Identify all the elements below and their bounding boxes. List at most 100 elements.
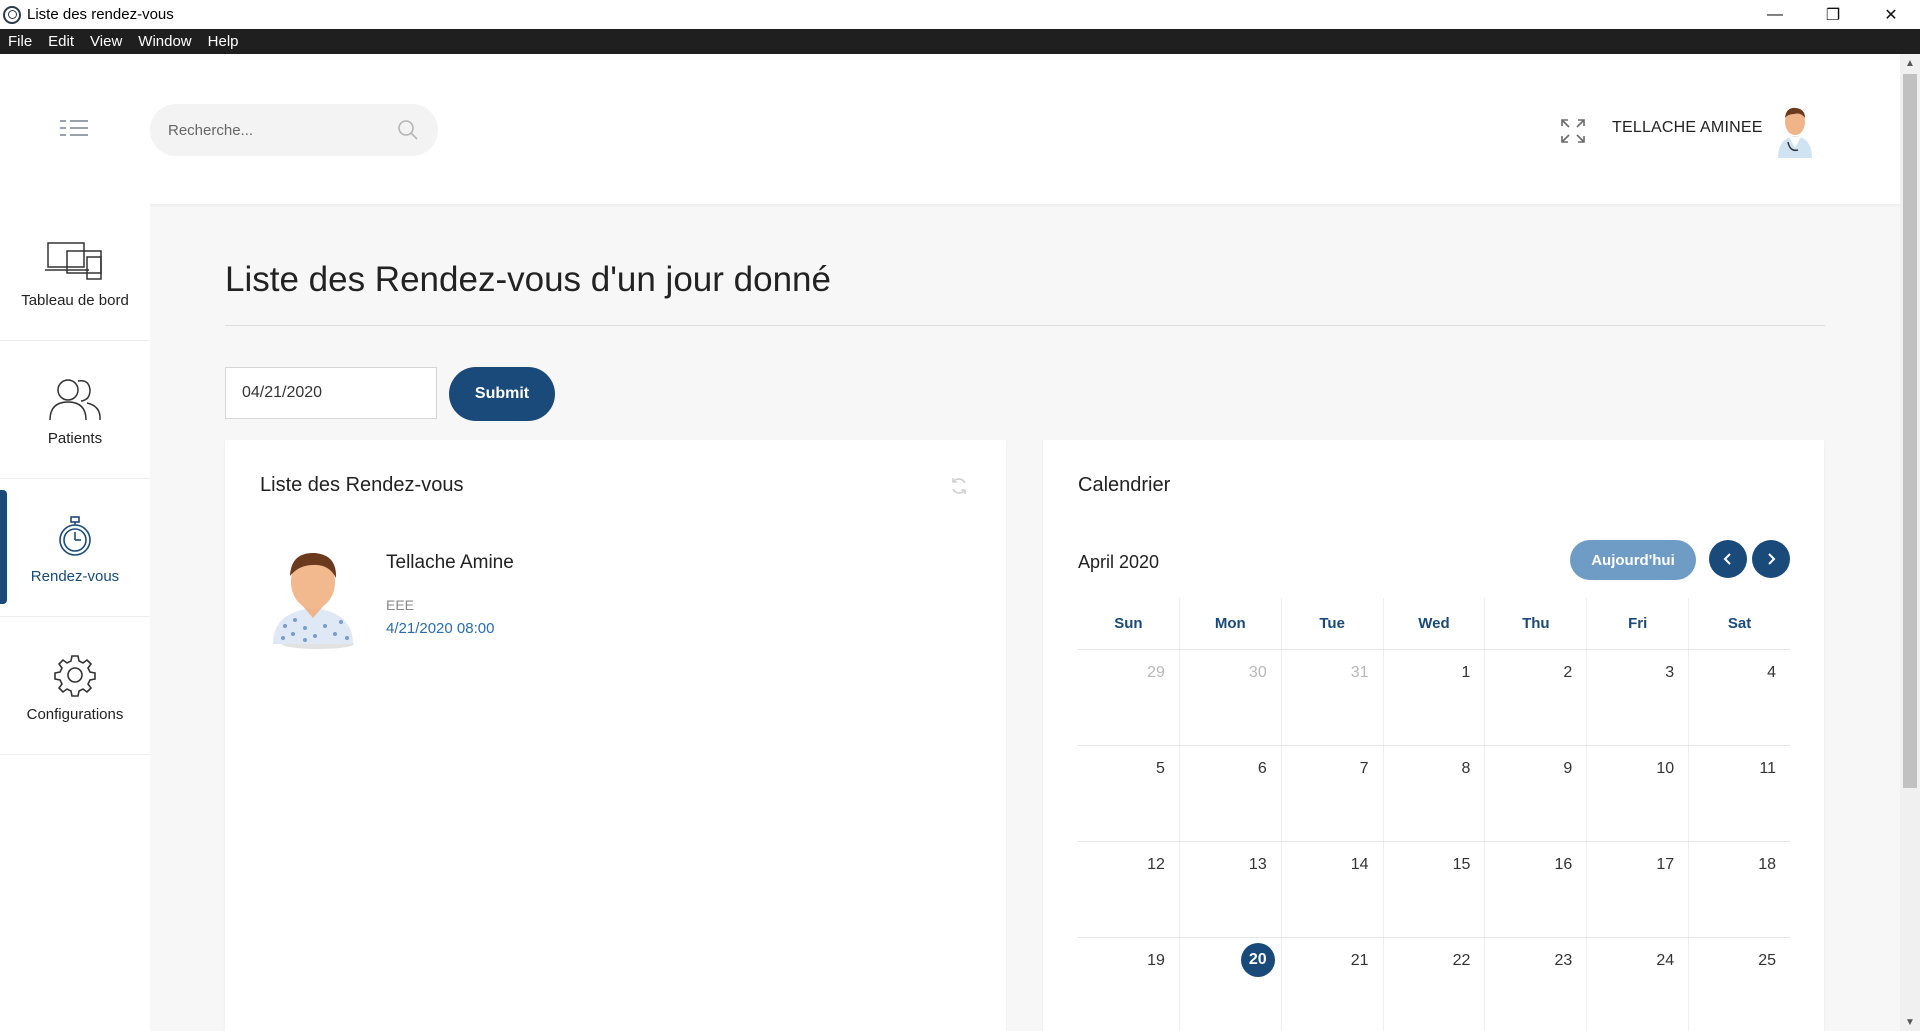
calendar-day-cell[interactable]: 17 (1586, 842, 1688, 937)
vertical-scrollbar[interactable]: ▲ ▼ (1900, 54, 1920, 1031)
menu-help[interactable]: Help (200, 33, 247, 50)
weekday-label: Fri (1586, 598, 1688, 649)
menu-view[interactable]: View (82, 33, 130, 50)
calendar-day-cell[interactable]: 11 (1688, 746, 1790, 841)
calendar-day-cell[interactable]: 23 (1484, 938, 1586, 1031)
close-button[interactable]: ✕ (1862, 0, 1920, 29)
gear-icon (45, 650, 105, 700)
menu-edit[interactable]: Edit (40, 33, 82, 50)
calendar-day-number: 22 (1452, 952, 1471, 969)
search-input[interactable] (168, 118, 378, 142)
minimize-button[interactable]: — (1746, 0, 1804, 29)
weekday-label: Wed (1382, 598, 1485, 649)
chevron-left-icon (1723, 553, 1731, 565)
calendar-card: Calendrier April 2020 Aujourd'hui Sun Mo… (1043, 440, 1824, 1031)
calendar-day-cell[interactable]: 31 (1280, 650, 1383, 745)
calendar-day-number: 5 (1155, 760, 1165, 777)
calendar-day-number: 20 (1240, 943, 1275, 977)
prev-month-button[interactable] (1709, 540, 1747, 578)
calendar-day-cell[interactable]: 13 (1178, 842, 1281, 937)
scroll-down-arrow[interactable]: ▼ (1900, 1013, 1920, 1031)
refresh-icon[interactable] (949, 476, 969, 496)
menu-window[interactable]: Window (130, 33, 199, 50)
calendar-day-cell[interactable]: 22 (1382, 938, 1485, 1031)
calendar-day-cell[interactable]: 25 (1688, 938, 1790, 1031)
appointments-card: Liste des Rendez-vous Tellache Amine EEE… (225, 440, 1006, 1031)
menubar: File Edit View Window Help (0, 29, 1920, 54)
calendar-day-cell[interactable]: 20 (1178, 938, 1281, 1031)
menu-file[interactable]: File (0, 33, 40, 50)
calendar-day-cell[interactable]: 2 (1484, 650, 1586, 745)
calendar-day-number: 23 (1554, 952, 1573, 969)
today-button[interactable]: Aujourd'hui (1570, 540, 1696, 580)
calendar-day-number: 13 (1248, 856, 1267, 873)
calendar-day-number: 29 (1147, 664, 1165, 681)
calendar-day-cell[interactable]: 5 (1078, 746, 1179, 841)
sidebar-item-rendez-vous[interactable]: Rendez-vous (0, 480, 150, 617)
active-indicator (0, 490, 7, 604)
menu-toggle-icon[interactable] (60, 118, 90, 138)
calendar-day-number: 25 (1758, 952, 1777, 969)
calendar-day-cell[interactable]: 4 (1688, 650, 1790, 745)
calendar-day-number: 1 (1461, 664, 1471, 681)
sidebar-item-label: Configurations (26, 705, 124, 723)
calendar-day-cell[interactable]: 24 (1586, 938, 1688, 1031)
weekday-label: Mon (1178, 598, 1281, 649)
calendar-day-number: 24 (1656, 952, 1675, 969)
calendar-day-number: 30 (1248, 664, 1267, 681)
scroll-up-arrow[interactable]: ▲ (1900, 54, 1920, 72)
calendar-grid: Sun Mon Tue Wed Thu Fri Sat 29 30 31 1 2 3 4 5 6… (1078, 598, 1790, 1031)
sidebar: Tableau de bord Patients Rendez-vous Con… (0, 204, 150, 1031)
calendar-day-cell[interactable]: 16 (1484, 842, 1586, 937)
calendar-week-row: 12 13 14 15 16 17 18 (1078, 842, 1790, 938)
users-icon (45, 374, 105, 424)
sidebar-item-tableau-de-bord[interactable]: Tableau de bord (0, 204, 150, 341)
calendar-day-cell[interactable]: 19 (1078, 938, 1179, 1031)
calendar-week-row: 5 6 7 8 9 10 11 (1078, 746, 1790, 842)
calendar-day-number: 15 (1452, 856, 1471, 873)
appointments-title: Liste des Rendez-vous (260, 474, 464, 496)
app-icon (3, 5, 21, 24)
title-divider (225, 325, 1825, 326)
calendar-day-number: 16 (1554, 856, 1573, 873)
calendar-day-number: 18 (1758, 856, 1777, 873)
calendar-day-number: 31 (1350, 664, 1369, 681)
chevron-right-icon (1768, 553, 1776, 565)
sidebar-item-configurations[interactable]: Configurations (0, 618, 150, 755)
calendar-week-row: 19 20 21 22 23 24 25 (1078, 938, 1790, 1031)
user-avatar[interactable] (1772, 102, 1818, 158)
calendar-day-cell[interactable]: 14 (1280, 842, 1383, 937)
calendar-day-cell[interactable]: 6 (1178, 746, 1281, 841)
calendar-day-number: 2 (1563, 664, 1573, 681)
user-name[interactable]: TELLACHE AMINEE (1612, 119, 1763, 137)
calendar-day-cell[interactable]: 1 (1382, 650, 1485, 745)
calendar-day-cell[interactable]: 7 (1280, 746, 1383, 841)
calendar-day-cell[interactable]: 29 (1078, 650, 1179, 745)
calendar-day-cell[interactable]: 12 (1078, 842, 1179, 937)
search-icon[interactable] (396, 118, 420, 142)
calendar-day-cell[interactable]: 8 (1382, 746, 1485, 841)
calendar-day-cell[interactable]: 3 (1586, 650, 1688, 745)
date-input[interactable] (225, 367, 437, 419)
calendar-day-cell[interactable]: 15 (1382, 842, 1485, 937)
next-month-button[interactable] (1752, 540, 1790, 578)
calendar-day-number: 12 (1147, 856, 1165, 873)
calendar-day-cell[interactable]: 21 (1280, 938, 1383, 1031)
calendar-day-number: 10 (1656, 760, 1675, 777)
calendar-title: Calendrier (1078, 474, 1171, 496)
window-controls: — ❐ ✕ (1746, 0, 1920, 29)
calendar-day-number: 4 (1767, 664, 1777, 681)
calendar-week-row: 29 30 31 1 2 3 4 (1078, 650, 1790, 746)
patient-name[interactable]: Tellache Amine (386, 552, 514, 574)
appointment-reason: EEE (386, 597, 415, 613)
calendar-day-cell[interactable]: 9 (1484, 746, 1586, 841)
scroll-thumb[interactable] (1903, 74, 1917, 788)
restore-button[interactable]: ❐ (1804, 0, 1862, 29)
calendar-day-cell[interactable]: 10 (1586, 746, 1688, 841)
calendar-day-cell[interactable]: 18 (1688, 842, 1790, 937)
calendar-day-number: 8 (1461, 760, 1471, 777)
submit-button[interactable]: Submit (449, 367, 555, 421)
calendar-day-cell[interactable]: 30 (1178, 650, 1281, 745)
sidebar-item-patients[interactable]: Patients (0, 342, 150, 479)
fullscreen-icon[interactable] (1560, 118, 1586, 144)
